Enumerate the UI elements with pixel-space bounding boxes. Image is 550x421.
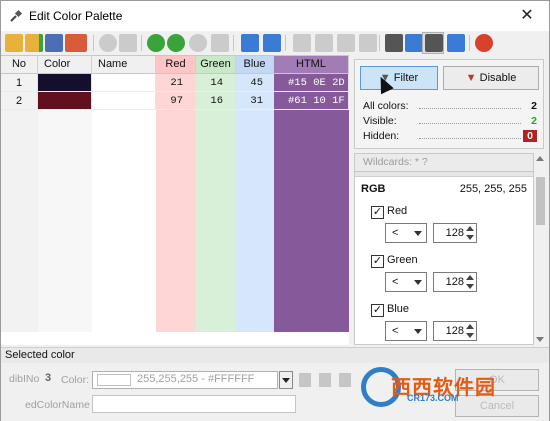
grid-small-icon[interactable] — [263, 34, 281, 52]
cell-color-swatch — [38, 74, 92, 92]
rgb-filter: RGB 255, 255, 255 ✓ Red < 128 ✓ Green < … — [355, 176, 533, 344]
dib-value: 3 — [45, 372, 52, 384]
spinner-icon[interactable] — [465, 225, 475, 241]
move-bottom-icon[interactable] — [359, 34, 377, 52]
stat-hidden: Hidden: 0 — [363, 130, 539, 144]
cell-blue: 31 — [236, 92, 274, 110]
text-clear-icon[interactable] — [211, 34, 229, 52]
remove-circle-icon[interactable] — [189, 34, 207, 52]
columns-icon[interactable] — [447, 34, 465, 52]
cell-color-swatch — [38, 92, 92, 110]
chevron-down-icon — [414, 329, 422, 334]
name-label: edColorName — [25, 399, 90, 411]
red-operator-select[interactable]: < — [385, 223, 427, 243]
watermark-subtext: CR173.COM — [407, 393, 459, 403]
rgb-title: RGB — [361, 183, 386, 195]
chevron-down-icon — [414, 280, 422, 285]
scroll-down-icon[interactable] — [536, 337, 544, 342]
move-down-icon[interactable] — [337, 34, 355, 52]
stat-visible: Visible: 2 — [363, 115, 537, 127]
picker-icon[interactable] — [299, 373, 311, 387]
palette-icon[interactable] — [119, 34, 137, 52]
green-value-input[interactable]: 128 — [433, 272, 477, 292]
disable-button[interactable]: ▼ Disable — [443, 66, 539, 90]
chevron-down-icon — [414, 231, 422, 236]
color-swatch — [97, 374, 131, 386]
grid-header: No Color Name Red Green Blue HTML — [1, 56, 349, 74]
watermark-logo: 西西软件园 CR173.COM — [361, 367, 531, 407]
scroll-thumb[interactable] — [536, 177, 545, 225]
header-blue[interactable]: Blue — [236, 56, 274, 74]
cell-blue: 45 — [236, 74, 274, 92]
red-value-input[interactable]: 128 — [433, 223, 477, 243]
window-title: Edit Color Palette — [29, 9, 123, 23]
color-grid[interactable]: No Color Name Red Green Blue HTML 1 21 1… — [1, 55, 349, 345]
filter-panel: ▼ Filter ▼ Disable All colors: 2 Visible… — [350, 55, 549, 345]
filter-button[interactable]: ▼ Filter — [360, 66, 438, 90]
refresh-icon[interactable] — [475, 34, 493, 52]
table-row[interactable]: 1 21 14 45 #15 0E 2D — [1, 74, 349, 92]
cell-red: 97 — [156, 92, 196, 110]
spinner-icon[interactable] — [465, 274, 475, 290]
toolbar — [1, 31, 549, 55]
selected-color-header: Selected color — [1, 347, 549, 363]
filter-criteria: Wildcards: * ? RGB 255, 255, 255 ✓ Red <… — [354, 153, 534, 345]
blue-value-input[interactable]: 128 — [433, 321, 477, 341]
import-icon[interactable] — [65, 34, 87, 52]
spinner-icon[interactable] — [465, 323, 475, 339]
table-row[interactable]: 2 97 16 31 #61 10 1F — [1, 92, 349, 110]
paste-icon[interactable] — [339, 373, 351, 387]
move-up-icon[interactable] — [315, 34, 333, 52]
header-green[interactable]: Green — [196, 56, 236, 74]
settings-icon[interactable] — [99, 34, 117, 52]
cell-html: #61 10 1F — [274, 92, 349, 110]
move-top-icon[interactable] — [293, 34, 311, 52]
eyedropper-icon — [10, 9, 23, 22]
open-folder-icon[interactable] — [5, 34, 23, 52]
color-dropdown[interactable] — [279, 371, 293, 389]
header-color[interactable]: Color — [38, 56, 92, 74]
header-name[interactable]: Name — [92, 56, 156, 74]
add-circle-icon[interactable] — [167, 34, 185, 52]
color-label: Color: — [61, 374, 90, 386]
sort-icon[interactable] — [405, 34, 423, 52]
add-green-icon[interactable] — [147, 34, 165, 52]
scroll-up-icon[interactable] — [536, 156, 544, 161]
cell-name — [92, 74, 156, 92]
cell-red: 21 — [156, 74, 196, 92]
rgb-value: 255, 255, 255 — [459, 183, 527, 195]
cell-green: 14 — [196, 74, 236, 92]
cell-name — [92, 92, 156, 110]
grid-icon[interactable] — [241, 34, 259, 52]
green-operator-select[interactable]: < — [385, 272, 427, 292]
header-html[interactable]: HTML — [274, 56, 349, 74]
number-icon[interactable] — [385, 34, 403, 52]
chevron-down-icon — [282, 378, 290, 383]
cell-no: 2 — [1, 92, 38, 110]
wildcards-field[interactable]: Wildcards: * ? — [355, 154, 533, 172]
add-folder-icon[interactable] — [25, 34, 43, 52]
close-button[interactable]: ✕ — [505, 1, 549, 31]
edit-icon[interactable] — [45, 34, 63, 52]
header-red[interactable]: Red — [156, 56, 196, 74]
cell-no: 1 — [1, 74, 38, 92]
color-name-input[interactable] — [92, 395, 296, 413]
title-bar: Edit Color Palette ✕ — [1, 1, 549, 31]
funnel-disable-icon: ▼ — [465, 72, 480, 84]
cell-green: 16 — [196, 92, 236, 110]
dib-label: dibINo — [9, 373, 40, 385]
color-field[interactable]: 255,255,255 - #FFFFFF — [92, 371, 278, 389]
filter-icon[interactable] — [425, 34, 443, 52]
filter-summary: ▼ Filter ▼ Disable All colors: 2 Visible… — [354, 59, 544, 149]
blue-operator-select[interactable]: < — [385, 321, 427, 341]
vertical-scrollbar[interactable] — [534, 153, 547, 345]
stat-all: All colors: 2 — [363, 100, 537, 112]
edit-color-palette-window: Edit Color Palette ✕ No Color Name Red G… — [0, 0, 550, 421]
copy-icon[interactable] — [319, 373, 331, 387]
cell-html: #15 0E 2D — [274, 74, 349, 92]
header-no[interactable]: No — [1, 56, 38, 74]
